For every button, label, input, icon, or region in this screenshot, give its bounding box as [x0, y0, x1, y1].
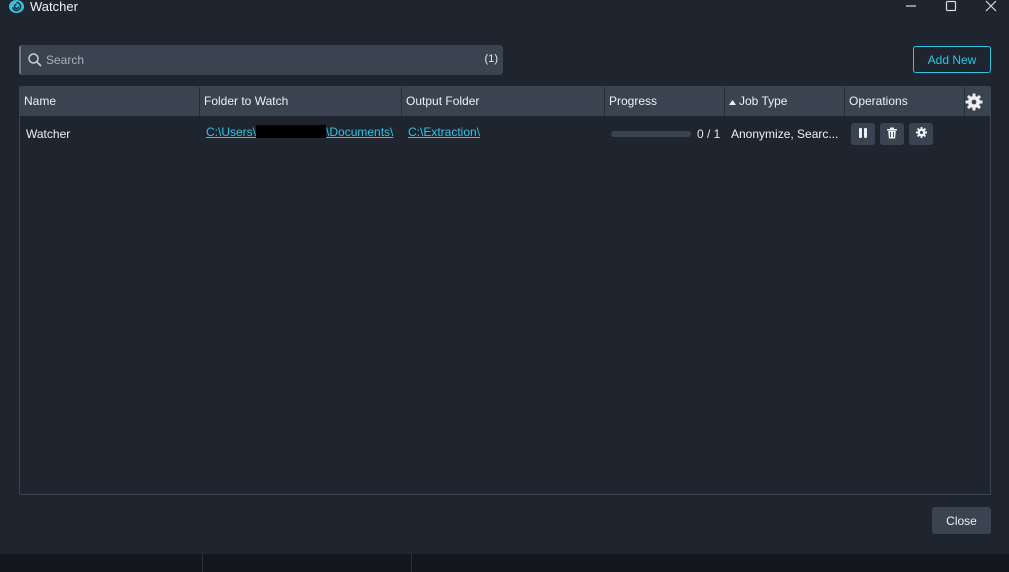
bottom-strip [0, 554, 1009, 572]
search-box: (1) [19, 45, 503, 75]
progress-bar [611, 131, 691, 137]
column-header-job-type[interactable]: Job Type [725, 87, 845, 116]
column-header-name[interactable]: Name [20, 87, 200, 116]
redacted-username [256, 125, 327, 139]
folder-path-prefix[interactable]: C:\Users\ [206, 125, 256, 139]
swirl-logo-icon [9, 0, 24, 13]
row-job-type: Anonymize, Searc... [731, 127, 839, 141]
close-icon[interactable] [979, 0, 1003, 16]
column-header-output[interactable]: Output Folder [402, 87, 605, 116]
search-result-count: (1) [484, 53, 498, 65]
pause-button[interactable] [851, 123, 875, 145]
close-button[interactable]: Close [932, 507, 991, 534]
output-folder-link[interactable]: C:\Extraction\ [408, 125, 480, 139]
pause-icon [857, 127, 869, 142]
table-header: Name Folder to Watch Output Folder Progr… [20, 87, 990, 116]
column-header-operations[interactable]: Operations [845, 87, 965, 116]
search-icon [27, 52, 43, 68]
gear-icon [915, 126, 928, 142]
add-new-button[interactable]: Add New [913, 46, 991, 73]
row-folder-to-watch[interactable]: C:\Users\ \Documents\ [206, 117, 402, 151]
search-input[interactable] [46, 45, 466, 75]
delete-button[interactable] [880, 123, 904, 145]
column-settings-gear-icon[interactable] [964, 92, 984, 112]
table-row: Watcher C:\Users\ \Documents\ C:\Extracti… [20, 117, 990, 151]
watcher-table: Name Folder to Watch Output Folder Progr… [19, 86, 991, 495]
column-header-progress[interactable]: Progress [605, 87, 725, 116]
row-settings-button[interactable] [909, 123, 933, 145]
column-header-job-type-label: Job Type [739, 94, 788, 108]
row-output-folder[interactable]: C:\Extraction\ [408, 117, 598, 151]
progress-text: 0 / 1 [697, 127, 721, 141]
folder-path-suffix[interactable]: \Documents\ [326, 125, 393, 139]
minimize-icon[interactable] [899, 0, 923, 16]
column-header-folder[interactable]: Folder to Watch [200, 87, 402, 116]
trash-icon [886, 127, 898, 142]
bottom-divider [202, 554, 203, 572]
row-name: Watcher [26, 127, 71, 141]
maximize-icon[interactable] [939, 0, 963, 16]
sort-ascending-icon [729, 87, 736, 116]
bottom-divider [411, 554, 412, 572]
title-bar: Watcher [0, 0, 1009, 16]
window-title: Watcher [30, 0, 78, 14]
